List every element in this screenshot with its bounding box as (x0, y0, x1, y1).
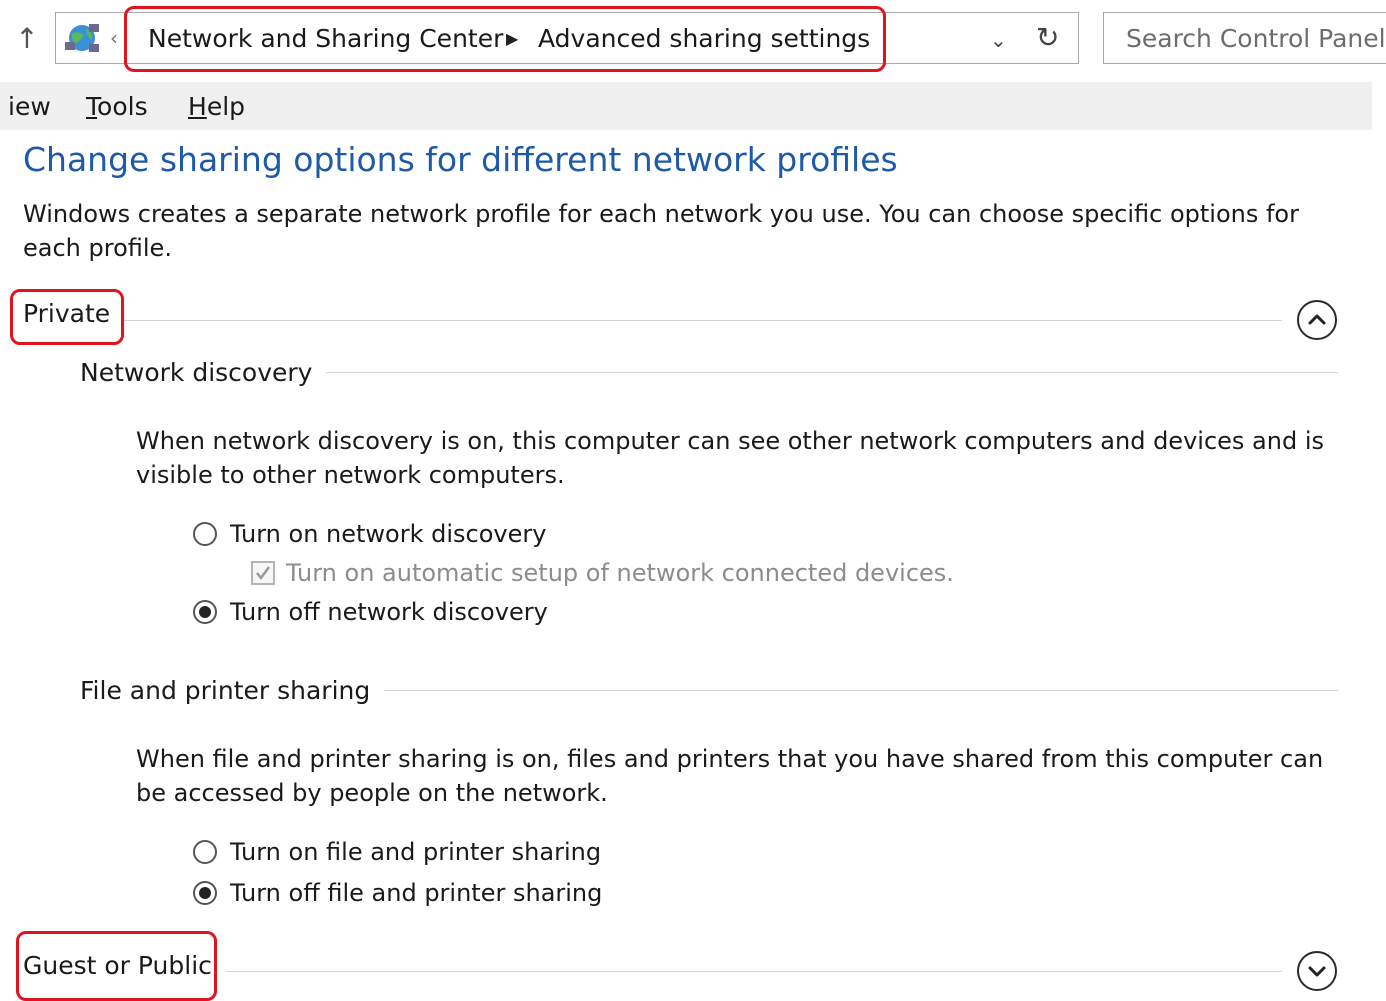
page-title: Change sharing options for different net… (23, 140, 898, 179)
file-printer-sharing-title: File and printer sharing (80, 674, 385, 708)
file-printer-sharing-off-radio[interactable] (193, 881, 217, 905)
file-printer-sharing-description: When file and printer sharing is on, fil… (136, 745, 1324, 807)
file-printer-sharing-divider (372, 690, 1338, 691)
file-printer-sharing-on-radio[interactable] (193, 840, 217, 864)
guest-section-divider (214, 971, 1282, 972)
file-printer-sharing-off-label[interactable]: Turn off file and printer sharing (230, 876, 602, 910)
auto-setup-label[interactable]: Turn on automatic setup of network conne… (286, 556, 954, 590)
expand-guest-button[interactable] (1297, 951, 1337, 991)
breadcrumb-highlight (124, 6, 886, 72)
auto-setup-checkbox[interactable] (251, 561, 275, 585)
search-input[interactable] (1103, 12, 1386, 64)
up-arrow-icon[interactable]: ↑ (14, 22, 40, 56)
network-discovery-on-radio[interactable] (193, 522, 217, 546)
chevron-left-icon[interactable]: ‹ (110, 24, 118, 52)
network-globe-icon (62, 20, 102, 56)
menu-tools[interactable]: Tools (86, 90, 148, 124)
menu-tools-label: ools (97, 92, 148, 121)
menu-view-label: iew (8, 92, 51, 121)
guest-public-highlight (16, 931, 217, 1001)
collapse-private-button[interactable] (1297, 300, 1337, 340)
network-discovery-description: When network discovery is on, this compu… (136, 427, 1324, 489)
menu-help[interactable]: Help (188, 90, 245, 124)
private-highlight (10, 289, 124, 345)
checkmark-icon (256, 566, 271, 581)
chevron-up-icon (1308, 314, 1326, 325)
network-discovery-off-radio[interactable] (193, 600, 217, 624)
network-discovery-divider (320, 372, 1338, 373)
menu-help-label: elp (206, 92, 246, 121)
chevron-down-icon (1308, 966, 1326, 977)
private-section-divider (122, 320, 1282, 321)
network-discovery-off-label[interactable]: Turn off network discovery (230, 595, 548, 629)
page-description: Windows creates a separate network profi… (23, 200, 1299, 262)
menu-help-accel: H (188, 92, 207, 121)
file-printer-sharing-on-label[interactable]: Turn on file and printer sharing (230, 835, 601, 869)
network-discovery-title: Network discovery (80, 356, 327, 390)
network-discovery-on-label[interactable]: Turn on network discovery (230, 517, 546, 551)
menu-tools-accel: T (86, 92, 98, 121)
dropdown-arrow-icon[interactable]: ⌄ (990, 26, 1007, 54)
menu-view[interactable]: iew (8, 90, 51, 124)
refresh-icon[interactable]: ↻ (1036, 20, 1059, 56)
